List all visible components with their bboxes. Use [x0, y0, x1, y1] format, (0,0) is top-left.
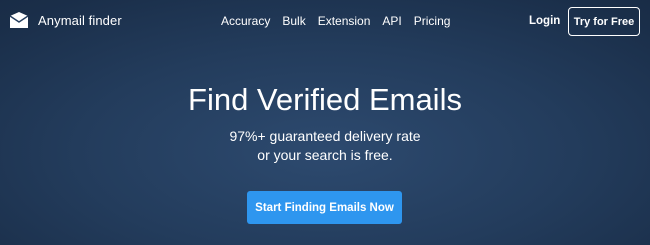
start-finding-emails-button[interactable]: Start Finding Emails Now [247, 191, 402, 224]
nav-link-extension[interactable]: Extension [318, 14, 371, 28]
nav-links: Accuracy Bulk Extension API Pricing [221, 14, 450, 28]
login-link[interactable]: Login [529, 15, 560, 27]
try-for-free-button[interactable]: Try for Free [568, 7, 640, 36]
brand-logo[interactable]: Anymail finder [9, 11, 122, 29]
nav-link-api[interactable]: API [382, 14, 401, 28]
hero-title: Find Verified Emails [188, 82, 462, 117]
hero-subtitle-line1: 97%+ guaranteed delivery rate [229, 128, 421, 144]
brand-name: Anymail finder [38, 12, 122, 28]
top-navbar: Anymail finder Accuracy Bulk Extension A… [0, 0, 650, 44]
envelope-icon [9, 12, 29, 28]
nav-link-bulk[interactable]: Bulk [282, 14, 305, 28]
nav-link-accuracy[interactable]: Accuracy [221, 14, 270, 28]
nav-link-pricing[interactable]: Pricing [414, 14, 451, 28]
hero-subtitle-line2: or your search is free. [257, 147, 393, 163]
